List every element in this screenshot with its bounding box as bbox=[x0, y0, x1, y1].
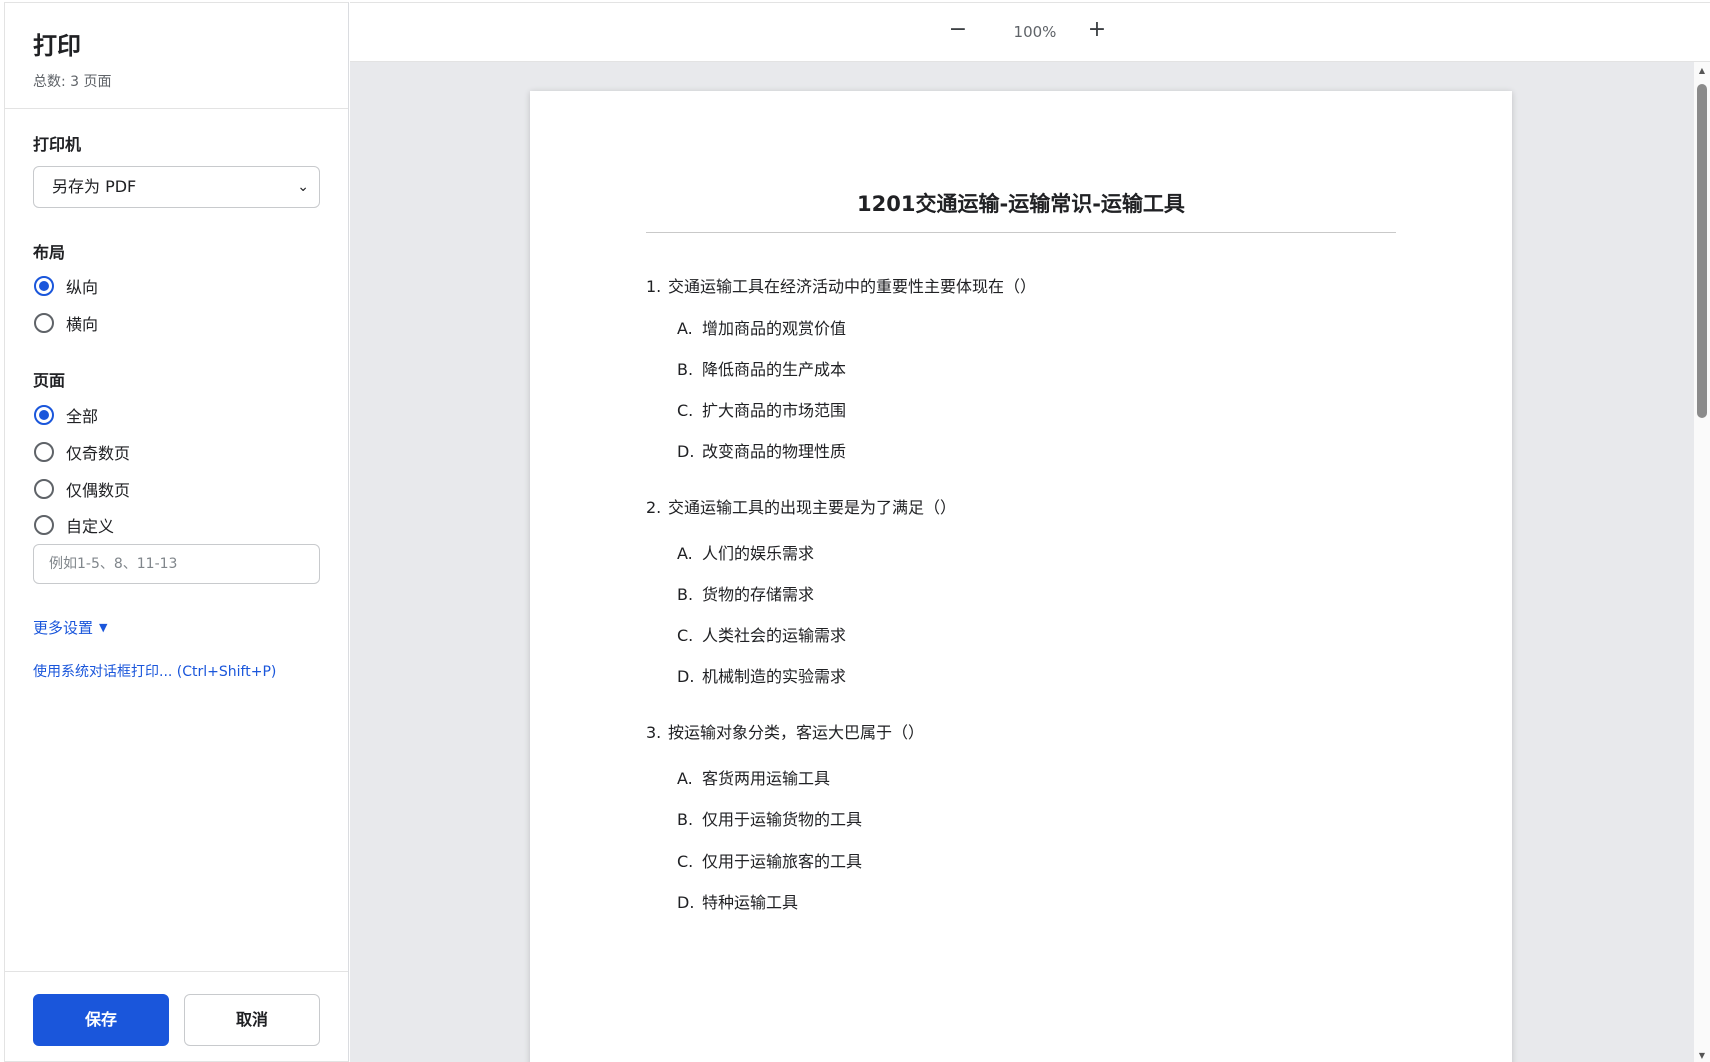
option-text: 改变商品的物理性质 bbox=[702, 442, 847, 461]
pages-all-label: 全部 bbox=[66, 407, 99, 426]
option-text: 机械制造的实验需求 bbox=[702, 667, 847, 686]
preview-page: 1201交通运输-运输常识-运输工具 1. 交通运输工具在经济活动中的重要性主要体… bbox=[530, 91, 1512, 1062]
radio-unchecked-icon bbox=[34, 479, 54, 499]
zoom-toolbar: − 100% + bbox=[350, 2, 1710, 62]
question-text: 交通运输工具在经济活动中的重要性主要体现在（） bbox=[668, 277, 1037, 296]
option-letter: B. bbox=[677, 585, 694, 604]
layout-landscape-radio[interactable]: 横向 bbox=[34, 311, 98, 335]
panel-footer: 保存 取消 bbox=[5, 971, 348, 1062]
radio-checked-icon bbox=[34, 405, 54, 425]
question-2: 2. 交通运输工具的出现主要是为了满足（） bbox=[646, 494, 956, 518]
chevron-down-icon: ⌄ bbox=[297, 179, 309, 195]
pages-odd-radio[interactable]: 仅奇数页 bbox=[34, 440, 130, 464]
pages-all-radio[interactable]: 全部 bbox=[34, 403, 98, 427]
question-number: 2. bbox=[646, 498, 662, 517]
question-3: 3. 按运输对象分类，客运大巴属于（） bbox=[646, 719, 924, 743]
option-item: B. 仅用于运输货物的工具 bbox=[677, 806, 862, 830]
option-text: 客货两用运输工具 bbox=[702, 769, 831, 788]
option-item: D. 特种运输工具 bbox=[677, 889, 798, 913]
question-number: 3. bbox=[646, 723, 662, 742]
option-text: 扩大商品的市场范围 bbox=[702, 401, 847, 420]
scroll-up-arrow-icon[interactable]: ▲ bbox=[1696, 66, 1708, 75]
option-letter: D. bbox=[677, 442, 695, 461]
question-1: 1. 交通运输工具在经济活动中的重要性主要体现在（） bbox=[646, 273, 1036, 297]
option-item: D. 机械制造的实验需求 bbox=[677, 663, 846, 687]
option-item: C. 人类社会的运输需求 bbox=[677, 622, 846, 646]
printer-select[interactable]: 另存为 PDF ⌄ bbox=[33, 166, 320, 208]
pages-even-label: 仅偶数页 bbox=[66, 481, 131, 500]
zoom-in-button[interactable]: + bbox=[1085, 17, 1109, 42]
printer-select-value: 另存为 PDF bbox=[52, 177, 137, 196]
title-divider bbox=[646, 232, 1396, 233]
option-item: B. 降低商品的生产成本 bbox=[677, 356, 846, 380]
print-preview: − 100% + 1201交通运输-运输常识-运输工具 1. 交通运输工具在经济活… bbox=[350, 2, 1710, 1062]
option-item: A. 人们的娱乐需求 bbox=[677, 540, 814, 564]
cancel-button[interactable]: 取消 bbox=[184, 994, 320, 1046]
page-range-input[interactable] bbox=[33, 544, 320, 584]
option-item: D. 改变商品的物理性质 bbox=[677, 438, 846, 462]
system-dialog-link[interactable]: 使用系统对话框打印... (Ctrl+Shift+P) bbox=[33, 661, 276, 681]
option-text: 降低商品的生产成本 bbox=[702, 360, 847, 379]
document-title: 1201交通运输-运输常识-运输工具 bbox=[857, 192, 1185, 216]
option-text: 特种运输工具 bbox=[702, 893, 799, 912]
layout-portrait-label: 纵向 bbox=[66, 278, 99, 297]
option-letter: A. bbox=[677, 769, 693, 788]
question-number: 1. bbox=[646, 277, 662, 296]
option-letter: C. bbox=[677, 401, 694, 420]
more-settings-link[interactable]: 更多设置 ▼ bbox=[33, 617, 107, 638]
pages-custom-label: 自定义 bbox=[66, 517, 115, 536]
option-item: C. 扩大商品的市场范围 bbox=[677, 397, 846, 421]
pages-label: 页面 bbox=[33, 371, 66, 390]
layout-portrait-radio[interactable]: 纵向 bbox=[34, 274, 98, 298]
printer-label: 打印机 bbox=[33, 135, 82, 154]
page-count: 总数: 3 页面 bbox=[33, 74, 112, 90]
option-text: 人类社会的运输需求 bbox=[702, 626, 847, 645]
option-letter: C. bbox=[677, 626, 694, 645]
option-text: 仅用于运输货物的工具 bbox=[702, 810, 863, 829]
option-item: B. 货物的存储需求 bbox=[677, 581, 814, 605]
question-text: 交通运输工具的出现主要是为了满足（） bbox=[668, 498, 957, 517]
more-settings-label: 更多设置 bbox=[33, 619, 94, 637]
layout-landscape-label: 横向 bbox=[66, 315, 99, 334]
radio-checked-icon bbox=[34, 276, 54, 296]
option-text: 增加商品的观赏价值 bbox=[702, 319, 847, 338]
option-letter: B. bbox=[677, 360, 694, 379]
panel-header: 打印 总数: 3 页面 bbox=[5, 3, 348, 109]
scrollbar-thumb[interactable] bbox=[1697, 84, 1707, 418]
scroll-down-arrow-icon[interactable]: ▼ bbox=[1696, 1051, 1708, 1060]
zoom-out-button[interactable]: − bbox=[946, 17, 970, 42]
radio-unchecked-icon bbox=[34, 442, 54, 462]
option-item: A. 增加商品的观赏价值 bbox=[677, 315, 846, 339]
option-item: A. 客货两用运输工具 bbox=[677, 765, 830, 789]
zoom-level: 100% bbox=[1013, 23, 1057, 41]
option-letter: D. bbox=[677, 893, 695, 912]
pages-odd-label: 仅奇数页 bbox=[66, 444, 131, 463]
pages-custom-radio[interactable]: 自定义 bbox=[34, 513, 114, 537]
panel-title: 打印 bbox=[33, 32, 81, 60]
option-text: 人们的娱乐需求 bbox=[702, 544, 815, 563]
radio-unchecked-icon bbox=[34, 515, 54, 535]
option-text: 仅用于运输旅客的工具 bbox=[702, 852, 863, 871]
radio-unchecked-icon bbox=[34, 313, 54, 333]
option-letter: C. bbox=[677, 852, 694, 871]
pages-even-radio[interactable]: 仅偶数页 bbox=[34, 477, 130, 501]
option-letter: A. bbox=[677, 319, 693, 338]
print-settings-panel: 打印 总数: 3 页面 打印机 另存为 PDF ⌄ 布局 纵向 横向 页面 全部… bbox=[4, 2, 349, 1062]
option-text: 货物的存储需求 bbox=[702, 585, 815, 604]
option-letter: A. bbox=[677, 544, 693, 563]
caret-down-icon: ▼ bbox=[99, 621, 108, 634]
layout-label: 布局 bbox=[33, 243, 66, 262]
option-letter: D. bbox=[677, 667, 695, 686]
option-item: C. 仅用于运输旅客的工具 bbox=[677, 848, 862, 872]
option-letter: B. bbox=[677, 810, 694, 829]
question-text: 按运输对象分类，客运大巴属于（） bbox=[668, 723, 925, 742]
save-button[interactable]: 保存 bbox=[33, 994, 169, 1046]
